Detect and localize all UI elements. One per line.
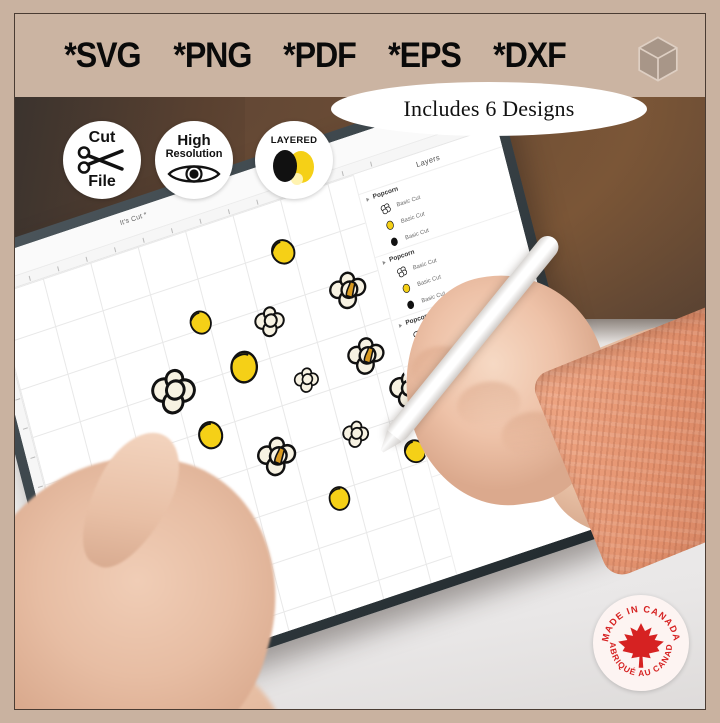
canvas-design-item[interactable] <box>284 358 332 407</box>
ruler-tick <box>114 247 117 253</box>
design-popcorn[interactable] <box>333 412 379 457</box>
design-popcorn[interactable] <box>243 295 297 349</box>
badge-cut-file-line2: File <box>88 173 116 190</box>
ruler-tick <box>57 266 60 272</box>
chevron-right-icon[interactable] <box>382 259 387 265</box>
design-kernel[interactable] <box>260 228 306 276</box>
document-title: It's Cut * <box>119 211 148 228</box>
design-popcorn[interactable] <box>284 358 330 403</box>
file-format-list: *SVG *PNG *PDF *EPS *DXF <box>15 36 569 76</box>
format-label-svg: *SVG <box>64 35 141 75</box>
format-label-pdf: *PDF <box>283 35 358 75</box>
ruler-tick <box>22 427 28 430</box>
badge-high-res-line2: Resolution <box>165 148 223 161</box>
design-popcorn-filled[interactable] <box>246 425 308 488</box>
canvas-design-item[interactable] <box>186 412 236 463</box>
design-popcorn[interactable] <box>137 355 210 429</box>
badge-cut-file: Cut File <box>63 121 141 199</box>
format-label-png: *PNG <box>173 35 252 75</box>
layer-thumbnail-kernel-black <box>407 300 415 310</box>
canvas-design-item[interactable] <box>225 344 263 393</box>
canvas-design-item[interactable] <box>316 259 382 327</box>
ruler-tick <box>37 485 43 489</box>
ruler-tick <box>370 161 373 167</box>
file-format-banner: *SVG *PNG *PDF *EPS *DXF <box>15 14 705 97</box>
includes-designs-badge: Includes 6 Designs <box>331 82 647 136</box>
eye-icon <box>167 164 221 183</box>
canvas-design-item[interactable] <box>260 228 309 279</box>
badge-layered: LAYERED <box>255 121 333 199</box>
design-kernel[interactable] <box>320 474 358 522</box>
badge-cut-file-line1: Cut <box>88 129 116 146</box>
format-label-dxf: *DXF <box>493 35 567 75</box>
ruler-tick <box>256 199 259 205</box>
ruler-tick <box>85 256 88 262</box>
layer-row-label: Basic Cut <box>404 227 430 242</box>
design-kernel[interactable] <box>176 298 224 345</box>
design-kernel[interactable] <box>186 412 234 458</box>
includes-designs-text: Includes 6 Designs <box>403 96 575 121</box>
canvas-design-item[interactable] <box>176 298 227 349</box>
ruler-tick <box>30 456 36 459</box>
ruler-tick <box>142 237 145 243</box>
badge-layered-label: LAYERED <box>270 134 318 146</box>
scissors-icon <box>77 146 124 174</box>
layer-thumbnail-kernel-black <box>390 237 398 246</box>
layers-shapes-icon <box>273 149 314 185</box>
card-inner-frame: It's Cut * Make It <box>14 13 706 710</box>
ruler-tick <box>199 218 202 224</box>
canvas-design-item[interactable] <box>246 425 311 492</box>
product-listing-card: It's Cut * Make It <box>0 0 720 723</box>
ruler-tick <box>28 275 31 281</box>
made-in-canada-seal: MADE IN CANADA FABRIQUÉ AU CANADA <box>589 587 689 691</box>
ruler-tick <box>341 171 344 177</box>
ruler-tick <box>15 398 21 401</box>
design-kernel[interactable] <box>225 344 263 388</box>
cube-3d-icon <box>638 36 678 82</box>
canvas-design-item[interactable] <box>333 412 381 462</box>
ruler-tick <box>170 228 174 234</box>
badge-high-res-line1: High <box>177 132 211 150</box>
design-popcorn-filled[interactable] <box>316 259 380 323</box>
chevron-right-icon[interactable] <box>398 322 403 328</box>
canvas-design-item[interactable] <box>320 474 360 527</box>
ruler-tick <box>227 209 231 215</box>
badge-high-resolution: High Resolution <box>155 121 233 199</box>
chevron-right-icon[interactable] <box>365 196 370 202</box>
format-label-eps: *EPS <box>388 35 462 75</box>
